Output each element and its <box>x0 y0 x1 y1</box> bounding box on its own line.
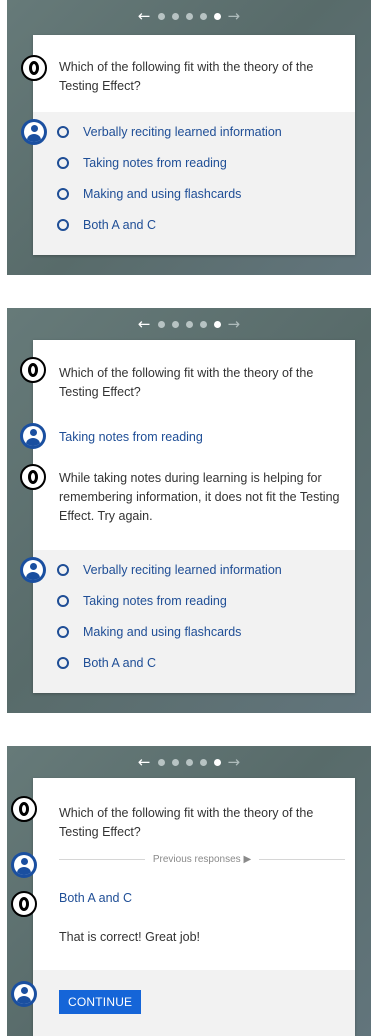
nav-dot[interactable] <box>199 758 207 766</box>
option-label: Taking notes from reading <box>83 594 227 608</box>
option-b[interactable]: Taking notes from reading <box>57 592 227 610</box>
option-label: Both A and C <box>83 218 156 232</box>
question-text: Which of the following fit with the theo… <box>59 366 314 399</box>
option-b[interactable]: Taking notes from reading <box>57 154 227 172</box>
slide-nav: ← → <box>7 0 371 32</box>
option-label: Both A and C <box>83 656 156 670</box>
back-arrow-icon[interactable]: ← <box>138 754 151 770</box>
feedback-text: While taking notes during learning is he… <box>59 471 340 523</box>
radio-icon[interactable] <box>57 626 69 638</box>
option-d[interactable]: Both A and C <box>57 654 156 672</box>
back-arrow-icon[interactable]: ← <box>138 316 151 332</box>
options-list: Verbally reciting learned information Ta… <box>33 112 355 255</box>
bot-avatar-icon <box>20 357 46 383</box>
user-avatar-icon <box>11 981 37 1007</box>
nav-dot[interactable] <box>157 758 165 766</box>
user-avatar-icon <box>20 423 46 449</box>
continue-bar: CONTINUE <box>33 970 355 1036</box>
nav-dot[interactable] <box>171 320 179 328</box>
quiz-panel-1: ← → Which of the following fit with the … <box>7 0 371 275</box>
radio-icon[interactable] <box>57 595 69 607</box>
options-list: Verbally reciting learned information Ta… <box>33 550 355 693</box>
nav-dot[interactable] <box>199 320 207 328</box>
nav-dot[interactable] <box>185 320 193 328</box>
bot-avatar-icon <box>11 891 37 917</box>
option-c[interactable]: Making and using flashcards <box>57 623 241 641</box>
user-answer: Taking notes from reading <box>59 430 203 444</box>
nav-dot[interactable] <box>157 12 165 20</box>
radio-icon[interactable] <box>57 126 69 138</box>
question-text: Which of the following fit with the theo… <box>59 806 314 839</box>
question-text: Which of the following fit with the theo… <box>59 60 314 93</box>
bot-avatar-icon <box>21 55 47 81</box>
nav-dot[interactable] <box>171 12 179 20</box>
option-a[interactable]: Verbally reciting learned information <box>57 561 282 579</box>
continue-button[interactable]: CONTINUE <box>59 990 142 1014</box>
option-d[interactable]: Both A and C <box>57 216 156 234</box>
forward-arrow-icon[interactable]: → <box>228 316 241 332</box>
nav-dot-active[interactable] <box>213 758 221 766</box>
slide-nav: ← → <box>7 308 371 340</box>
user-avatar-icon <box>11 852 37 878</box>
user-avatar-icon <box>21 119 47 145</box>
option-label: Verbally reciting learned information <box>83 125 282 139</box>
nav-dot[interactable] <box>185 12 193 20</box>
user-answer: Both A and C <box>59 891 132 905</box>
divider-line <box>59 859 145 860</box>
radio-icon[interactable] <box>57 219 69 231</box>
radio-icon[interactable] <box>57 564 69 576</box>
quiz-panel-2: ← → Which of the following fit with the … <box>7 308 371 713</box>
question-card: Which of the following fit with the theo… <box>33 340 355 693</box>
question-card: Which of the following fit with the theo… <box>33 35 355 255</box>
nav-dot-active[interactable] <box>213 12 221 20</box>
radio-icon[interactable] <box>57 657 69 669</box>
bot-avatar-icon <box>20 464 46 490</box>
forward-arrow-icon[interactable]: → <box>228 754 241 770</box>
divider-line <box>259 859 346 860</box>
nav-dot[interactable] <box>199 12 207 20</box>
option-label: Verbally reciting learned information <box>83 563 282 577</box>
bot-avatar-icon <box>11 796 37 822</box>
user-avatar-icon <box>20 557 46 583</box>
nav-dot[interactable] <box>171 758 179 766</box>
nav-dot-active[interactable] <box>213 320 221 328</box>
radio-icon[interactable] <box>57 157 69 169</box>
quiz-panel-3: ← → Which of the following fit with the … <box>7 746 371 1036</box>
option-label: Taking notes from reading <box>83 156 227 170</box>
previous-responses-toggle[interactable]: Previous responses ▶ <box>153 854 251 865</box>
nav-dot[interactable] <box>157 320 165 328</box>
radio-icon[interactable] <box>57 188 69 200</box>
option-label: Making and using flashcards <box>83 187 242 201</box>
previous-responses-divider: Previous responses ▶ <box>59 854 346 865</box>
question-card: Which of the following fit with the theo… <box>33 778 355 1036</box>
back-arrow-icon[interactable]: ← <box>138 8 151 24</box>
option-a[interactable]: Verbally reciting learned information <box>57 123 282 141</box>
feedback-text: That is correct! Great job! <box>59 930 201 944</box>
option-c[interactable]: Making and using flashcards <box>57 185 241 203</box>
slide-nav: ← → <box>7 746 371 778</box>
nav-dot[interactable] <box>185 758 193 766</box>
forward-arrow-icon[interactable]: → <box>228 8 241 24</box>
option-label: Making and using flashcards <box>83 625 242 639</box>
